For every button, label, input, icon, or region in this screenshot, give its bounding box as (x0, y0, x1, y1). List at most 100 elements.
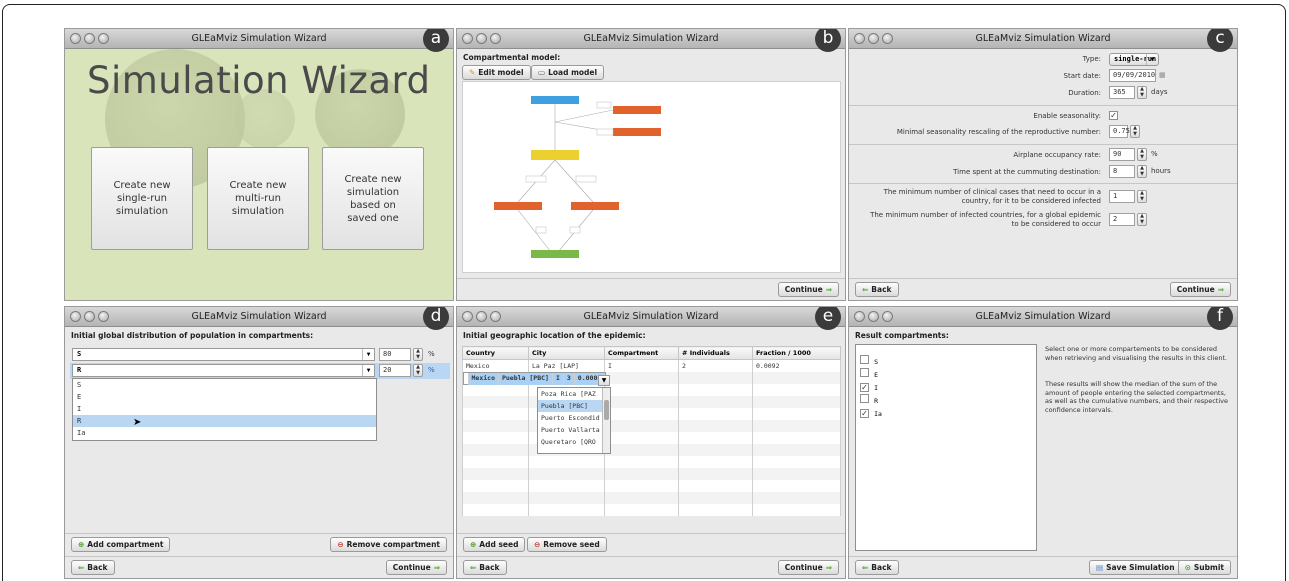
list-item[interactable]: Queretaro [QRO (538, 436, 610, 448)
column-header[interactable]: Country (462, 346, 529, 360)
list-item[interactable]: Puerto Vallarta (538, 424, 610, 436)
back-button[interactable]: ⇐ Back (463, 560, 507, 575)
title-bar[interactable]: GLEaMviz Simulation Wizard c (849, 29, 1237, 52)
add-compartment-button[interactable]: ⊕ Add compartment (71, 537, 171, 552)
node-e[interactable] (531, 150, 579, 160)
multi-run-card-button[interactable]: Create new multi-run simulation (207, 147, 309, 250)
save-simulation-button[interactable]: ▤ Save Simulation (1089, 560, 1182, 575)
continue-button[interactable]: Continue ⇒ (385, 560, 447, 575)
zoom-button[interactable] (490, 33, 501, 44)
remove-compartment-button[interactable]: ⊖ Remove compartment (330, 537, 447, 552)
load-model-button[interactable]: ▭ Load model (531, 65, 605, 80)
list-item[interactable]: I (73, 403, 376, 415)
column-header[interactable]: Fraction / 1000 (752, 346, 841, 360)
table-row[interactable] (462, 419, 841, 432)
close-button[interactable] (70, 311, 81, 322)
scrollbar[interactable] (602, 388, 610, 453)
percentage-field-2[interactable]: 20 (379, 364, 411, 377)
node-infected-left[interactable] (494, 202, 542, 210)
clinical-cases-stepper[interactable]: ▲ ▼ (1137, 190, 1147, 203)
zoom-button[interactable] (882, 311, 893, 322)
close-button[interactable] (70, 33, 81, 44)
table-row[interactable] (462, 407, 841, 420)
rescaling-stepper[interactable]: ▲ ▼ (1130, 125, 1140, 138)
node-ia[interactable] (613, 128, 661, 136)
model-diagram-canvas[interactable] (462, 81, 841, 273)
percentage-stepper-2[interactable]: ▲ ▼ (413, 364, 423, 377)
table-row[interactable] (462, 443, 841, 456)
table-row[interactable] (462, 479, 841, 492)
list-item[interactable]: R (73, 415, 376, 427)
percentage-field-1[interactable]: 80 (379, 348, 411, 361)
zoom-button[interactable] (490, 311, 501, 322)
close-button[interactable] (854, 311, 865, 322)
seasonality-checkbox[interactable]: ✓ (1109, 111, 1118, 120)
list-item[interactable]: S (73, 379, 376, 391)
continue-button[interactable]: Continue ⇒ (1169, 282, 1231, 297)
saved-simulation-card-button[interactable]: Create new simulation based on saved one (322, 147, 424, 250)
remove-seed-button[interactable]: ⊖ Remove seed (527, 537, 607, 552)
checkbox-checked[interactable]: ✓ (860, 409, 869, 418)
zoom-button[interactable] (882, 33, 893, 44)
calendar-icon[interactable]: ▦ (1159, 71, 1166, 79)
city-dropdown-list[interactable]: Poza Rica [PAZ Puebla [PBC] Puerto Escon… (537, 387, 611, 454)
node-infected-right[interactable] (571, 202, 619, 210)
result-compartments-list[interactable]: S E ✓ I R ✓ Ia (855, 344, 1037, 551)
single-run-card-button[interactable]: Create new single-run simulation (91, 147, 193, 250)
compartment-select-1[interactable]: S ▼ (72, 348, 375, 361)
table-row[interactable] (462, 431, 841, 444)
back-button[interactable]: ⇐ Back (71, 560, 115, 575)
table-row[interactable] (462, 467, 841, 480)
edit-model-button[interactable]: ✎ Edit model (462, 65, 531, 80)
minimize-button[interactable] (476, 33, 487, 44)
title-bar[interactable]: GLEaMviz Simulation Wizard f (849, 307, 1237, 330)
title-bar[interactable]: GLEaMviz Simulation Wizard d (65, 307, 453, 330)
add-seed-button[interactable]: ⊕ Add seed (463, 537, 526, 552)
minimize-button[interactable] (84, 33, 95, 44)
column-header[interactable]: City (528, 346, 605, 360)
list-item[interactable]: Poza Rica [PAZ (538, 388, 610, 400)
commute-stepper[interactable]: ▲ ▼ (1137, 165, 1147, 178)
compartment-select-2[interactable]: R ▼ (72, 364, 375, 377)
minimize-button[interactable] (868, 33, 879, 44)
back-button[interactable]: ⇐ Back (855, 282, 899, 297)
duration-field[interactable]: 365 (1109, 86, 1135, 99)
clinical-cases-field[interactable]: 1 (1109, 190, 1135, 203)
city-select-cell[interactable]: Puebla [PBC] (497, 372, 553, 385)
seeds-table[interactable]: Country City Compartment # Individuals F… (462, 346, 841, 516)
duration-stepper[interactable]: ▲ ▼ (1137, 86, 1147, 99)
node-i[interactable] (613, 106, 661, 114)
compartment-dropdown-list[interactable]: S E I R Ia (72, 378, 377, 441)
close-button[interactable] (462, 311, 473, 322)
close-button[interactable] (462, 33, 473, 44)
table-row[interactable]: Mexico La Paz [LAP] I 2 0.0092 (462, 359, 841, 372)
node-s[interactable] (531, 96, 579, 104)
table-row[interactable] (462, 383, 841, 396)
table-row[interactable] (462, 491, 841, 504)
column-header[interactable]: Compartment (604, 346, 679, 360)
airplane-stepper[interactable]: ▲ ▼ (1137, 148, 1147, 161)
chevron-down-icon[interactable]: ▼ (598, 375, 610, 386)
zoom-button[interactable] (98, 311, 109, 322)
continue-button[interactable]: Continue ⇒ (777, 560, 839, 575)
rescaling-field[interactable]: 0.75 (1109, 125, 1130, 138)
continue-button[interactable]: Continue ⇒ (777, 282, 839, 297)
table-row[interactable] (462, 503, 841, 516)
infected-countries-stepper[interactable]: ▲ ▼ (1137, 213, 1147, 226)
back-button[interactable]: ⇐ Back (855, 560, 899, 575)
list-item[interactable]: Puerto Escondid (538, 412, 610, 424)
airplane-field[interactable]: 90 (1109, 148, 1135, 161)
title-bar[interactable]: GLEaMviz Simulation Wizard b (457, 29, 845, 52)
table-row[interactable] (462, 455, 841, 468)
list-item[interactable]: E (73, 391, 376, 403)
close-button[interactable] (854, 33, 865, 44)
node-r[interactable] (531, 250, 579, 258)
infected-countries-field[interactable]: 2 (1109, 213, 1135, 226)
title-bar[interactable]: GLEaMviz Simulation Wizard e (457, 307, 845, 330)
type-select[interactable]: single-run ▼ (1109, 53, 1159, 66)
percentage-stepper-1[interactable]: ▲ ▼ (413, 348, 423, 361)
list-item[interactable]: Ia (73, 427, 376, 439)
submit-button[interactable]: ⊙ Submit (1177, 560, 1231, 575)
table-row[interactable]: Mexico Puebla [PBC] I 3 0.0006 (462, 371, 607, 385)
minimize-button[interactable] (868, 311, 879, 322)
